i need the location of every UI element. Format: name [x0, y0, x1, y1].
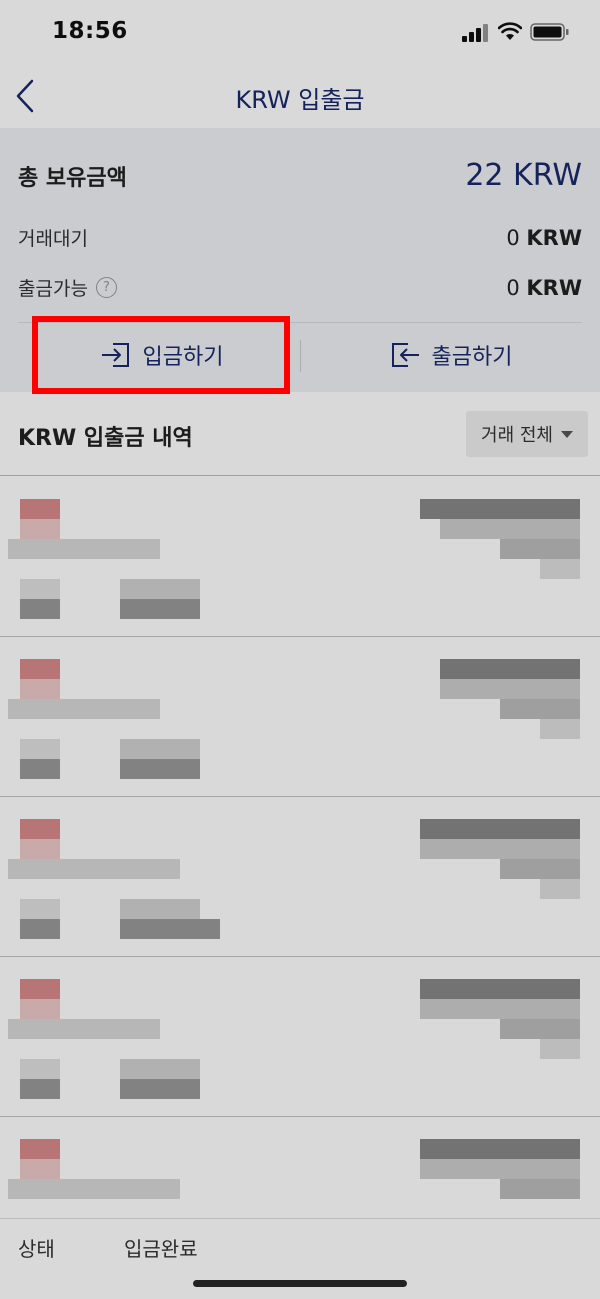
redacted-block	[20, 839, 60, 859]
redacted-block	[20, 599, 60, 619]
redacted-block	[120, 599, 200, 619]
redacted-block	[20, 899, 60, 919]
highlight-box	[32, 316, 290, 394]
detail-status-row: 상태 입금완료	[0, 1218, 600, 1270]
redacted-block	[500, 859, 580, 879]
redacted-block	[20, 659, 60, 679]
list-item[interactable]	[0, 637, 600, 797]
list-item[interactable]	[0, 477, 600, 637]
redacted-block	[500, 699, 580, 719]
redacted-block	[440, 679, 580, 699]
withdrawable-amount: 0	[506, 275, 520, 300]
history-title: KRW 입출금 내역	[18, 426, 193, 451]
redacted-block	[120, 1079, 200, 1099]
redacted-block	[540, 879, 580, 899]
redacted-block	[500, 1179, 580, 1199]
redacted-block	[420, 819, 580, 839]
nav-bar: KRW 입출금	[0, 64, 600, 128]
redacted-block	[8, 699, 160, 719]
withdrawable-label-group: 출금가능 ?	[18, 274, 117, 301]
redacted-block	[540, 559, 580, 579]
wifi-icon	[498, 22, 522, 40]
redacted-block	[20, 1059, 60, 1079]
total-row: 총 보유금액 22 KRW	[18, 158, 582, 193]
redacted-block	[8, 859, 180, 879]
redacted-block	[20, 1079, 60, 1099]
redacted-block	[20, 1139, 60, 1159]
redacted-block	[120, 739, 200, 759]
pending-label: 거래대기	[18, 228, 88, 250]
redacted-block	[440, 519, 580, 539]
redacted-block	[420, 999, 580, 1019]
redacted-block	[500, 1019, 580, 1039]
redacted-block	[20, 1159, 60, 1179]
signal-icon	[462, 24, 488, 42]
redacted-block	[20, 919, 60, 939]
redacted-block	[420, 1159, 580, 1179]
pending-value: 0 KRW	[506, 226, 582, 250]
filter-dropdown[interactable]: 거래 전체	[466, 411, 588, 457]
home-indicator	[193, 1280, 407, 1287]
redacted-block	[120, 579, 200, 599]
withdrawable-unit: KRW	[526, 275, 582, 300]
redacted-block	[20, 759, 60, 779]
withdrawable-value: 0 KRW	[506, 276, 582, 300]
history-header: KRW 입출금 내역 거래 전체	[0, 392, 600, 476]
redacted-block	[540, 1039, 580, 1059]
redacted-block	[420, 1139, 580, 1159]
list-item[interactable]	[0, 1117, 600, 1217]
redacted-block	[120, 1059, 200, 1079]
status-time: 18:56	[52, 18, 128, 44]
redacted-block	[20, 979, 60, 999]
redacted-block	[20, 679, 60, 699]
pending-amount: 0	[506, 225, 520, 250]
redacted-block	[8, 539, 160, 559]
list-item[interactable]	[0, 957, 600, 1117]
filter-label: 거래 전체	[481, 425, 553, 446]
redacted-block	[20, 999, 60, 1019]
redacted-block	[20, 499, 60, 519]
status-bar: 18:56	[0, 0, 600, 64]
total-value: 22 KRW	[465, 158, 582, 193]
withdrawable-row: 출금가능 ? 0 KRW	[18, 274, 582, 301]
pending-unit: KRW	[526, 225, 582, 250]
redacted-block	[20, 819, 60, 839]
redacted-block	[420, 499, 580, 519]
caret-down-icon	[560, 430, 573, 438]
redacted-block	[20, 739, 60, 759]
page-title: KRW 입출금	[235, 86, 365, 114]
redacted-block	[540, 719, 580, 739]
redacted-block	[420, 979, 580, 999]
list-item[interactable]	[0, 797, 600, 957]
redacted-block	[120, 759, 200, 779]
withdraw-button[interactable]: 출금하기	[300, 324, 600, 386]
total-label: 총 보유금액	[18, 165, 127, 191]
redacted-block	[440, 659, 580, 679]
withdraw-label: 출금하기	[431, 345, 513, 370]
redacted-block	[120, 919, 220, 939]
redacted-block	[8, 1019, 160, 1039]
help-icon[interactable]: ?	[95, 277, 117, 298]
withdrawable-label: 출금가능	[18, 278, 88, 300]
redacted-block	[420, 839, 580, 859]
withdraw-icon	[391, 343, 419, 367]
redacted-block	[20, 519, 60, 539]
redacted-block	[120, 899, 200, 919]
battery-icon	[530, 23, 569, 41]
status-label: 상태	[18, 1237, 55, 1261]
redacted-block	[8, 1179, 180, 1199]
pending-row: 거래대기 0 KRW	[18, 224, 582, 251]
status-value: 입금완료	[124, 1237, 198, 1261]
history-list	[0, 477, 600, 1217]
redacted-block	[500, 539, 580, 559]
redacted-block	[20, 579, 60, 599]
